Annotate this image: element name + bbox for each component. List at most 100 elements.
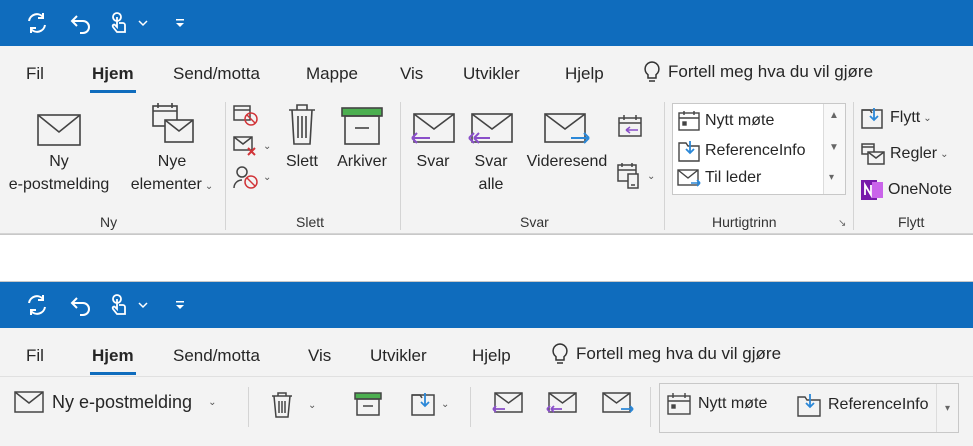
quickstep-new-meeting[interactable]: Nytt møte xyxy=(666,392,767,416)
scroll-down-icon[interactable]: ▼ xyxy=(829,142,839,153)
ribbon-body-simplified: Ny e-postmelding ⌄ ⌄ ⌄ Nytt møte Referen… xyxy=(0,376,973,446)
calendar-icon xyxy=(678,111,700,131)
scroll-up-icon[interactable]: ▲ xyxy=(829,110,839,121)
group-separator xyxy=(470,387,471,427)
chevron-down-icon: ⌄ xyxy=(441,398,450,410)
more-respond-button[interactable]: ⌄ xyxy=(616,162,655,190)
gallery-more-icon[interactable]: ▾ xyxy=(829,172,834,183)
group-separator xyxy=(248,387,249,427)
cleanup-icon xyxy=(233,136,256,156)
meeting-reply-button[interactable] xyxy=(616,114,644,140)
reply-all-icon xyxy=(468,113,513,144)
reply-button[interactable] xyxy=(492,391,524,415)
reply-all-button[interactable]: Svar alle xyxy=(464,100,518,196)
forward-icon xyxy=(544,113,590,144)
ribbon-tabs: Fil Hjem Send/motta Vis Utvikler Hjelp F… xyxy=(0,328,973,376)
archive-button[interactable]: Arkiver xyxy=(330,100,394,173)
quick-access-toolbar xyxy=(0,282,973,328)
group-label-slett: Slett xyxy=(296,214,325,230)
junk-button[interactable]: ⌄ xyxy=(232,164,271,190)
new-items-button[interactable]: Nye elementer ⌄ xyxy=(122,100,222,198)
new-email-button[interactable]: Ny e-postmelding ⌄ xyxy=(14,391,216,413)
undo-icon[interactable] xyxy=(66,8,96,38)
ribbon-tabs: Fil Hjem Send/motta Mappe Vis Utvikler H… xyxy=(0,46,973,94)
reply-button[interactable]: Svar xyxy=(406,100,460,173)
sync-icon[interactable] xyxy=(22,8,52,38)
tell-me-search[interactable]: Fortell meg hva du vil gjøre xyxy=(642,60,873,84)
quickstep-referenceinfo[interactable]: ReferenceInfo xyxy=(796,392,929,418)
move-to-folder-icon xyxy=(797,394,821,417)
trash-icon xyxy=(272,392,292,418)
lightbulb-icon xyxy=(644,61,660,82)
quickstep-to-manager[interactable]: Til leder xyxy=(677,168,761,188)
undo-icon[interactable] xyxy=(66,290,96,320)
ribbon-body: Ny e-postmelding Nye elementer ⌄ Ny ⌄ ⌄ S… xyxy=(0,94,973,233)
chevron-down-icon: ⌄ xyxy=(647,170,656,182)
tell-me-text: Fortell meg hva du vil gjøre xyxy=(668,62,874,81)
ignore-button[interactable] xyxy=(232,104,260,128)
forward-button[interactable] xyxy=(602,391,634,415)
tell-me-search[interactable]: Fortell meg hva du vil gjøre xyxy=(550,342,781,366)
cleanup-button[interactable]: ⌄ xyxy=(232,134,271,158)
delete-button[interactable]: Slett xyxy=(278,100,326,173)
group-separator xyxy=(400,102,401,230)
quick-steps-gallery: Nytt møte ReferenceInfo ▾ xyxy=(659,383,959,433)
forward-icon xyxy=(602,392,634,413)
rules-button[interactable]: Regler ⌄ xyxy=(860,142,949,166)
reply-icon xyxy=(411,113,455,144)
tab-mappe[interactable]: Mappe xyxy=(306,64,358,84)
tab-hjelp[interactable]: Hjelp xyxy=(472,346,511,366)
group-separator xyxy=(664,102,665,230)
rules-icon xyxy=(861,143,885,165)
customize-qat-icon[interactable] xyxy=(170,8,190,38)
onenote-button[interactable]: OneNote xyxy=(860,178,952,202)
quick-access-toolbar xyxy=(0,0,973,46)
touch-mode-icon[interactable] xyxy=(104,290,134,320)
tab-fil[interactable]: Fil xyxy=(26,346,44,366)
chevron-down-icon: ⌄ xyxy=(940,148,949,160)
tell-me-text: Fortell meg hva du vil gjøre xyxy=(576,344,782,363)
tab-send-motta[interactable]: Send/motta xyxy=(173,346,260,366)
group-separator xyxy=(650,387,651,427)
separator-band xyxy=(0,234,973,282)
tab-fil[interactable]: Fil xyxy=(26,64,44,84)
gallery-more-icon[interactable]: ▾ xyxy=(936,384,958,432)
delete-button[interactable]: ⌄ xyxy=(270,391,316,419)
reply-all-icon xyxy=(546,392,577,413)
move-button[interactable]: ⌄ xyxy=(410,391,449,417)
quickstep-new-meeting[interactable]: Nytt møte xyxy=(677,110,774,132)
junk-icon xyxy=(233,166,258,189)
tab-hjem[interactable]: Hjem xyxy=(90,346,136,375)
trash-icon xyxy=(289,104,315,145)
reply-all-button[interactable] xyxy=(546,391,578,415)
group-label-ny: Ny xyxy=(100,214,118,230)
chevron-down-icon: ⌄ xyxy=(263,140,272,152)
forward-button[interactable]: Videresend xyxy=(520,100,614,173)
chevron-down-icon[interactable] xyxy=(134,290,152,320)
touch-mode-icon[interactable] xyxy=(104,8,134,38)
tab-utvikler[interactable]: Utvikler xyxy=(463,64,520,84)
dialog-launcher-icon[interactable]: ↘ xyxy=(838,218,846,229)
onenote-icon xyxy=(861,180,883,200)
tab-utvikler[interactable]: Utvikler xyxy=(370,346,427,366)
tab-hjelp[interactable]: Hjelp xyxy=(565,64,604,84)
tab-vis[interactable]: Vis xyxy=(400,64,423,84)
tab-vis[interactable]: Vis xyxy=(308,346,331,366)
archive-button[interactable] xyxy=(354,391,382,417)
sync-icon[interactable] xyxy=(22,290,52,320)
envelope-icon xyxy=(14,391,44,413)
move-button[interactable]: Flytt ⌄ xyxy=(860,106,932,130)
group-label-svar: Svar xyxy=(520,214,549,230)
tab-send-motta[interactable]: Send/motta xyxy=(173,64,260,84)
calendar-icon xyxy=(667,393,691,415)
quickstep-referenceinfo[interactable]: ReferenceInfo xyxy=(677,139,806,163)
move-to-folder-icon xyxy=(678,141,700,162)
chevron-down-icon[interactable] xyxy=(134,8,152,38)
chevron-down-icon: ⌄ xyxy=(204,181,214,192)
lightbulb-icon xyxy=(552,343,568,364)
gallery-scrollbar[interactable]: ▲ ▼ ▾ xyxy=(823,104,845,194)
customize-qat-icon[interactable] xyxy=(170,290,190,320)
reply-icon xyxy=(492,392,523,413)
tab-hjem[interactable]: Hjem xyxy=(90,64,136,93)
new-email-button[interactable]: Ny e-postmelding xyxy=(0,100,118,196)
